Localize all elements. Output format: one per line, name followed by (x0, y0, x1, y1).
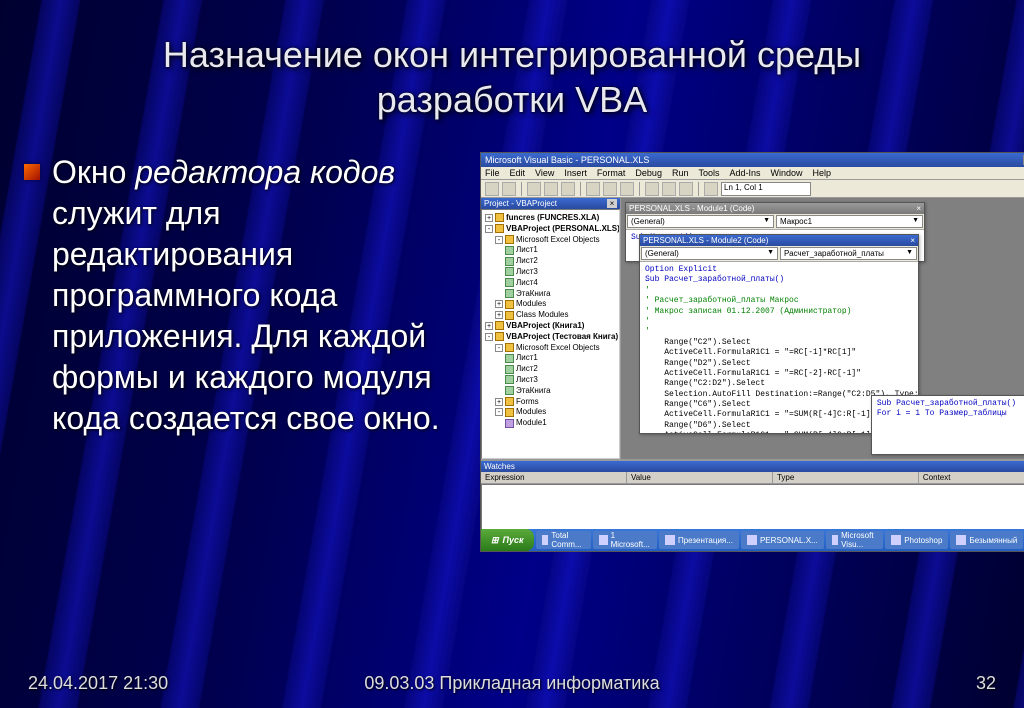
proc-combo[interactable]: Расчет_заработной_платы▼ (780, 247, 917, 260)
bullet-item: Окно редактора кодов служит для редактир… (24, 152, 462, 439)
ide-screenshot: Microsoft Visual Basic - PERSONAL.XLS _ … (480, 152, 1024, 552)
toolbar-button[interactable] (527, 182, 541, 196)
pause-icon[interactable] (662, 182, 676, 196)
toolbar-button[interactable] (603, 182, 617, 196)
toolbar-button[interactable] (561, 182, 575, 196)
bullet-text: Окно редактора кодов служит для редактир… (52, 152, 462, 439)
object-combo[interactable]: (General)▼ (641, 247, 778, 260)
windows-taskbar[interactable]: ⊞ Пуск Total Comm... 1 Microsoft... През… (481, 529, 1024, 551)
slide-number: 32 (976, 673, 996, 694)
toolbar-button[interactable] (502, 182, 516, 196)
stop-icon[interactable] (679, 182, 693, 196)
toolbar-button[interactable] (704, 182, 718, 196)
ide-toolbar[interactable]: Ln 1, Col 1 (481, 180, 1024, 198)
run-icon[interactable] (645, 182, 659, 196)
slide-title: Назначение окон интегрированной среды ра… (0, 0, 1024, 122)
object-combo[interactable]: (General)▼ (627, 215, 774, 228)
taskbar-item[interactable]: Презентация... (659, 531, 739, 549)
taskbar-item[interactable]: PERSONAL.X... (741, 531, 824, 549)
code-window-small[interactable]: Sub Расчет_заработной_платы() For i = 1 … (871, 395, 1024, 455)
toolbar-button[interactable] (544, 182, 558, 196)
footer-subject: 09.03.03 Прикладная информатика (364, 673, 659, 694)
ide-menubar[interactable]: FileEditViewInsertFormatDebugRunToolsAdd… (481, 167, 1024, 180)
taskbar-item[interactable]: Photoshop (885, 531, 948, 549)
toolbar-button[interactable] (620, 182, 634, 196)
code-area[interactable]: Sub Расчет_заработной_платы() For i = 1 … (872, 396, 1024, 454)
start-button[interactable]: ⊞ Пуск (481, 529, 534, 551)
toolbar-button[interactable] (485, 182, 499, 196)
position-indicator: Ln 1, Col 1 (721, 182, 811, 196)
ide-titlebar: Microsoft Visual Basic - PERSONAL.XLS _ … (481, 153, 1024, 167)
project-tree[interactable]: +funcres (FUNCRES.XLA) -VBAProject (PERS… (481, 209, 620, 459)
slide-footer: 24.04.2017 21:30 09.03.03 Прикладная инф… (0, 673, 1024, 694)
windows-icon: ⊞ (491, 535, 499, 546)
footer-date: 24.04.2017 21:30 (28, 673, 168, 694)
bullet-icon (24, 164, 40, 180)
taskbar-item[interactable]: Microsoft Visu... (826, 531, 883, 549)
toolbar-button[interactable] (586, 182, 600, 196)
taskbar-item[interactable]: 1 Microsoft... (593, 531, 657, 549)
taskbar-item[interactable]: Total Comm... (536, 531, 591, 549)
close-icon[interactable]: × (607, 199, 617, 208)
proc-combo[interactable]: Макрос1▼ (776, 215, 923, 228)
project-panel-title: Project - VBAProject× (481, 198, 620, 209)
taskbar-item[interactable]: Безымянный (950, 531, 1023, 549)
watch-panel[interactable]: Watches× Expression Value Type Context (481, 459, 1024, 529)
